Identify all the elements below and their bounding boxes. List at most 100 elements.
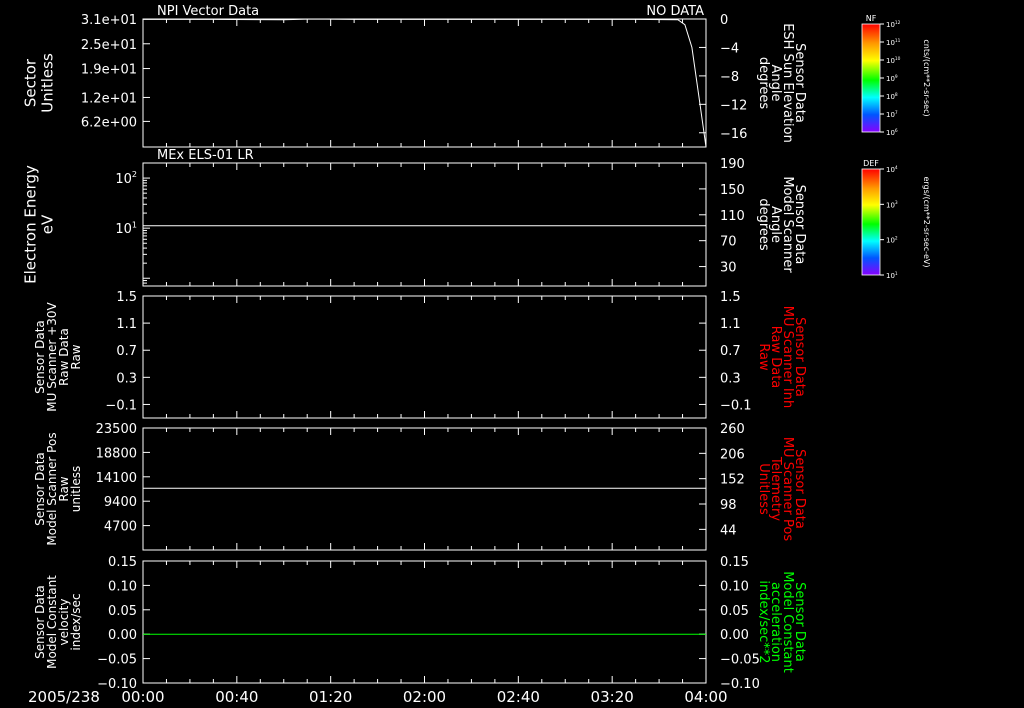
panel-status: NO DATA [646,4,704,19]
panels-group: 3.1e+01 2.5e+01 1.9e+01 1.2e+01 6.2e+00 0 −4 −8… [22,4,808,692]
right-tick-label: 0.3 [720,371,741,386]
panel-4: 235001880014100940047002602061529844Sens… [33,422,807,551]
y-tick-label: 9400 [104,495,137,510]
right-axis-label: Raw [756,343,771,371]
colorbar-tick-label: 102 [886,236,898,245]
y-axis-label: Sector [22,58,40,107]
panel-2: 102 101 190 150 110 70 30 MEx ELS-01 LR Electron… [22,148,807,287]
panel-3: 1.51.10.70.3−0.11.51.10.70.3−0.1Sensor D… [33,290,807,419]
right-tick-label: 110 [720,209,745,224]
colorbar-label: ergs/(cm**2-sr-sec-eV) [922,176,931,267]
y-axis-label: Raw [69,344,83,369]
right-tick-label: −0.1 [720,398,752,413]
right-tick-label: −12 [720,98,747,113]
y-tick-label: 4700 [104,520,137,535]
colorbar-tick-label: 107 [886,110,898,119]
colorbar-def: DEF 104 103 102 101 ergs/(cm**2-sr-sec-eV) [861,159,931,280]
right-tick-label: 0 [720,13,728,28]
panel-frame [142,162,707,287]
y-tick-label: 0.3 [116,371,137,386]
y-tick-label: 1.5 [116,290,137,305]
right-tick-label: 98 [720,498,737,513]
panel-1: 3.1e+01 2.5e+01 1.9e+01 1.2e+01 6.2e+00 0 −4 −8… [22,4,807,148]
panel-title: MEx ELS-01 LR [157,148,254,163]
time-tick-label: 01:20 [309,688,352,706]
y-tick-label: 1.2e+01 [81,91,137,106]
colorbar-tick-label: 104 [886,165,898,174]
y-tick-label: −0.05 [97,653,137,668]
y-tick-label: 102 [115,170,137,187]
right-tick-label: 0.05 [720,604,749,619]
colorbar-label: cnts/(cm**2-sr-sec) [922,39,931,116]
y-tick-label: −0.1 [105,398,137,413]
time-axis: 00:00 00:40 01:20 02:00 02:40 03:20 04:00 2005/… [28,688,728,706]
right-axis-label: degrees [756,198,771,251]
right-tick-label: −8 [720,70,739,85]
y-axis-label: Unitless [39,53,57,113]
time-tick-label: 02:40 [497,688,540,706]
colorbars-group: NF 1012 1011 1010 109 108 107 106 cnts/(cm**2-sr… [861,14,931,280]
colorbar-tick-label: 109 [886,74,898,83]
time-tick-label: 04:00 [684,688,727,706]
right-tick-label: 44 [720,523,737,538]
y-tick-label: 0.10 [108,579,137,594]
right-tick-label: −16 [720,127,747,142]
y-axis-label: unitless [69,466,83,512]
panel-frame [142,18,707,148]
right-tick-label: 150 [720,183,745,198]
time-tick-label: 02:00 [403,688,446,706]
y-tick-label: 1.9e+01 [81,63,137,78]
colorbar-tick-label: 1011 [886,38,901,47]
colorbar-tick-label: 106 [886,128,898,137]
right-tick-label: −4 [720,41,739,56]
colorbar-tick-label: 108 [886,92,898,101]
panel-frame [142,295,707,419]
colorbar-tick-label: 1012 [886,20,901,29]
y-tick-label: 0.05 [108,604,137,619]
y-axis-label: eV [39,214,57,234]
right-tick-label: 260 [720,422,745,437]
right-tick-label: 1.5 [720,290,741,305]
colorbar-tick-label: 103 [886,200,898,209]
y-axis-label: Electron Energy [22,165,40,284]
y-tick-label: 6.2e+00 [81,115,137,130]
right-axis-label: degrees [756,57,771,110]
panel-title: NPI Vector Data [157,4,259,19]
time-tick-label: 00:40 [215,688,258,706]
time-tick-label: 03:20 [591,688,634,706]
panel-frame [142,560,707,684]
date-label: 2005/238 [28,688,100,706]
y-tick-label: 23500 [96,422,137,437]
right-tick-label: 0.7 [720,344,741,359]
right-tick-label: 206 [720,447,745,462]
y-tick-label: 0.00 [108,628,137,643]
y-axis-label: index/sec [69,593,83,650]
y-tick-label: 101 [115,220,137,237]
colorbar-gradient [861,23,881,133]
colorbar-gradient [861,168,881,276]
colorbar-title: NF [866,14,877,23]
right-tick-label: 30 [720,261,737,276]
right-tick-label: 152 [720,473,745,488]
right-tick-label: 70 [720,235,737,250]
colorbar-tick-label: 1010 [886,56,901,65]
right-tick-label: 190 [720,157,745,172]
y-tick-label: 3.1e+01 [81,13,137,28]
series-line [143,18,707,148]
right-tick-label: 0.00 [720,628,749,643]
right-tick-label: 0.15 [720,555,749,570]
y-tick-label: 14100 [96,471,137,486]
y-tick-label: 18800 [96,446,137,461]
colorbar-title: DEF [863,159,879,168]
panel-5: 0.150.100.050.00−0.05−0.100.150.100.050.… [33,555,807,692]
y-tick-label: 1.1 [116,317,137,332]
colorbar-tick-label: 101 [886,271,898,280]
time-tick-label: 00:00 [121,688,164,706]
right-tick-label: 1.1 [720,317,741,332]
right-tick-label: 0.10 [720,579,749,594]
colorbar-nf: NF 1012 1011 1010 109 108 107 106 cnts/(cm**2-sr… [861,14,931,137]
y-tick-label: 0.7 [116,344,137,359]
y-tick-label: 0.15 [108,555,137,570]
panel-frame [142,427,707,551]
y-tick-label: 2.5e+01 [81,38,137,53]
